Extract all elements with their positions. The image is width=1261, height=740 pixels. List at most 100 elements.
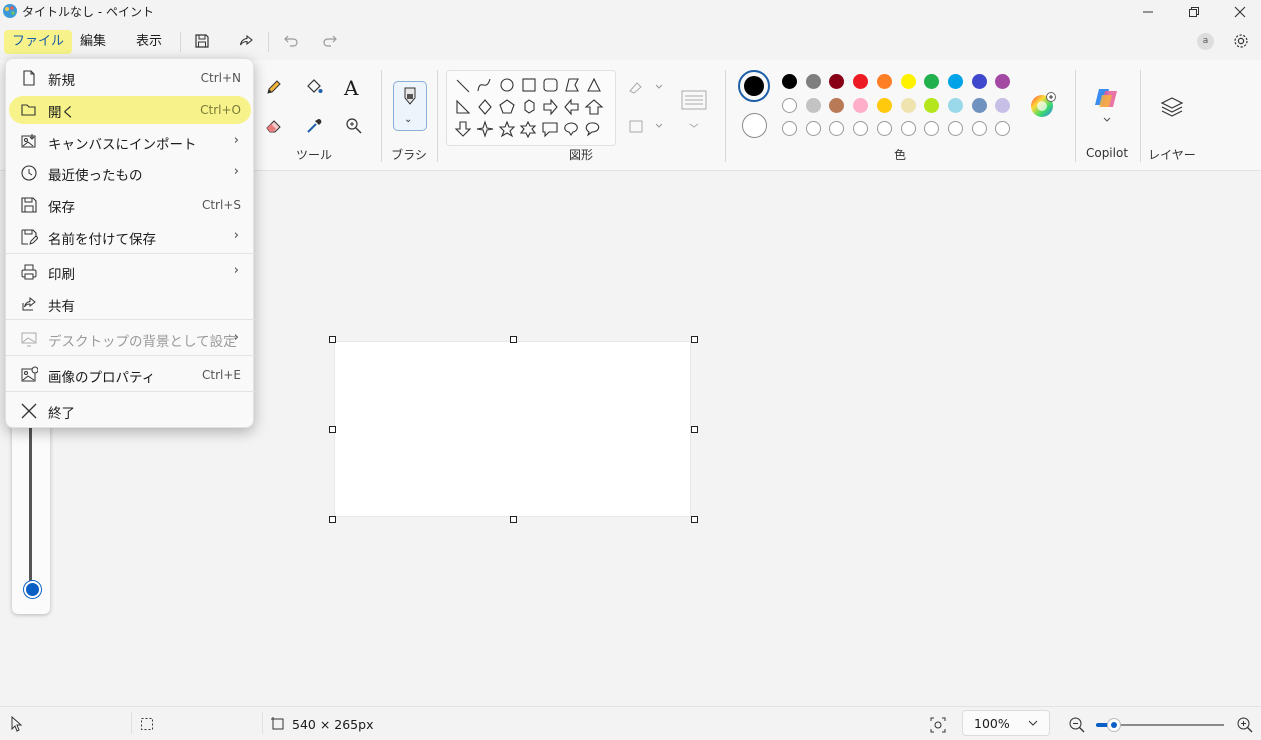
- tab-edit[interactable]: 編集: [72, 30, 114, 54]
- zoom-out-button[interactable]: [1068, 716, 1086, 734]
- fit-to-window-button[interactable]: [929, 716, 947, 734]
- text-tool[interactable]: A: [344, 76, 358, 100]
- palette-color-swatch[interactable]: [995, 74, 1011, 89]
- palette-color-swatch[interactable]: [947, 74, 963, 89]
- magnifier-tool[interactable]: [344, 116, 364, 136]
- color-picker-tool[interactable]: [304, 116, 324, 136]
- resize-handle-right[interactable]: [691, 426, 698, 433]
- palette-color-swatch[interactable]: [924, 74, 940, 89]
- printer-icon: [20, 263, 38, 281]
- custom-color-slot[interactable]: [876, 121, 892, 136]
- menu-item-label: 終了: [48, 406, 75, 422]
- resize-handle-top-right[interactable]: [691, 336, 698, 343]
- outline-dropdown[interactable]: [628, 79, 668, 95]
- custom-color-slot[interactable]: [853, 121, 869, 136]
- minimize-button[interactable]: [1125, 0, 1171, 24]
- custom-color-slot[interactable]: [829, 121, 845, 136]
- restore-button[interactable]: [1171, 0, 1217, 24]
- menu-item-printer[interactable]: 印刷 ›: [6, 257, 255, 287]
- brush-size-slider[interactable]: [12, 400, 50, 614]
- menu-item-label: デスクトップの背景として設定: [48, 334, 237, 350]
- zoom-select[interactable]: 100%: [962, 710, 1050, 736]
- pencil-tool[interactable]: [264, 77, 284, 97]
- custom-color-slot[interactable]: [924, 121, 940, 136]
- palette-color-swatch[interactable]: [971, 97, 987, 113]
- shapes-icons: [454, 77, 604, 139]
- palette-color-swatch[interactable]: [900, 97, 916, 113]
- menu-item-folder-open[interactable]: 開く Ctrl+O: [6, 95, 255, 125]
- eraser-tool[interactable]: [264, 116, 284, 136]
- chevron-right-icon: ›: [233, 330, 239, 345]
- custom-color-slot[interactable]: [805, 121, 821, 136]
- custom-color-slot[interactable]: [947, 121, 963, 136]
- palette-color-swatch[interactable]: [900, 74, 916, 89]
- curve-icon: [477, 78, 491, 92]
- palette-color-swatch[interactable]: [829, 74, 845, 89]
- custom-color-slot[interactable]: [971, 121, 987, 136]
- menu-item-label: 新規: [48, 73, 75, 89]
- tab-file[interactable]: ファイル: [4, 30, 73, 54]
- palette-color-swatch[interactable]: [805, 74, 821, 89]
- fill-tool[interactable]: [304, 77, 324, 97]
- line-size-button[interactable]: [681, 90, 707, 130]
- menu-item-save[interactable]: 保存 Ctrl+S: [6, 190, 255, 220]
- zoom-out-icon: [1069, 717, 1085, 733]
- menu-item-share[interactable]: 共有: [6, 289, 255, 319]
- palette-color-swatch[interactable]: [853, 74, 869, 89]
- palette-color-swatch[interactable]: [876, 97, 892, 113]
- drawing-canvas[interactable]: [334, 341, 691, 517]
- palette-color-swatch[interactable]: [782, 74, 797, 89]
- palette-color-swatch[interactable]: [829, 97, 845, 113]
- account-avatar[interactable]: a: [1197, 33, 1214, 50]
- menu-item-import[interactable]: キャンバスにインポート ›: [6, 127, 255, 157]
- resize-handle-top-left[interactable]: [329, 336, 336, 343]
- zoom-in-button[interactable]: [1236, 716, 1254, 734]
- palette-color-swatch[interactable]: [853, 97, 869, 113]
- menu-item-desktop-background[interactable]: デスクトップの背景として設定 ›: [6, 324, 255, 354]
- four-point-star-icon: [476, 120, 494, 138]
- share-quick-button[interactable]: [234, 30, 258, 52]
- zoom-slider[interactable]: [1096, 716, 1226, 734]
- menu-item-save-as[interactable]: 名前を付けて保存 ›: [6, 222, 255, 252]
- group-label-brush: ブラシ: [391, 148, 427, 162]
- copilot-button[interactable]: [1093, 85, 1121, 123]
- edit-colors-button[interactable]: [1030, 92, 1058, 120]
- palette-color-swatch[interactable]: [805, 97, 821, 113]
- palette-color-swatch[interactable]: [947, 97, 963, 113]
- tab-view[interactable]: 表示: [128, 30, 170, 54]
- custom-color-slot[interactable]: [782, 121, 797, 136]
- fill-dropdown[interactable]: [628, 118, 668, 134]
- palette-color-swatch[interactable]: [876, 74, 892, 89]
- close-window-button[interactable]: [1217, 0, 1261, 24]
- palette-color-swatch[interactable]: [995, 97, 1011, 113]
- divider: [131, 712, 132, 734]
- color1-selector[interactable]: [738, 70, 770, 102]
- menu-item-clock[interactable]: 最近使ったもの ›: [6, 158, 255, 188]
- palette-color-swatch[interactable]: [782, 97, 797, 113]
- redo-button[interactable]: [318, 30, 342, 52]
- zoom-value: 100%: [974, 716, 1010, 731]
- custom-color-slot[interactable]: [995, 121, 1011, 136]
- menu-item-image-properties[interactable]: 画像のプロパティ Ctrl+E: [6, 360, 255, 390]
- zoom-slider-thumb[interactable]: [1106, 718, 1121, 732]
- settings-button[interactable]: [1229, 30, 1253, 52]
- copilot-icon: [1095, 89, 1117, 122]
- custom-color-slot[interactable]: [900, 121, 916, 136]
- palette-color-swatch[interactable]: [971, 74, 987, 89]
- shapes-gallery[interactable]: [446, 70, 616, 146]
- resize-handle-bottom[interactable]: [510, 516, 517, 523]
- undo-button[interactable]: [279, 30, 303, 52]
- resize-handle-left[interactable]: [329, 426, 336, 433]
- resize-handle-bottom-right[interactable]: [691, 516, 698, 523]
- resize-handle-bottom-left[interactable]: [329, 516, 336, 523]
- resize-handle-top[interactable]: [510, 336, 517, 343]
- palette-color-swatch[interactable]: [924, 97, 940, 113]
- menu-item-new-file[interactable]: 新規 Ctrl+N: [6, 63, 255, 93]
- brush-selector[interactable]: ⌄: [393, 81, 427, 131]
- slider-thumb[interactable]: [24, 581, 41, 598]
- layers-button[interactable]: [1160, 95, 1184, 119]
- save-quick-button[interactable]: [190, 30, 214, 52]
- chevron-right-icon: ›: [233, 133, 239, 148]
- color2-selector[interactable]: [742, 113, 767, 138]
- menu-item-close[interactable]: 終了: [6, 396, 255, 426]
